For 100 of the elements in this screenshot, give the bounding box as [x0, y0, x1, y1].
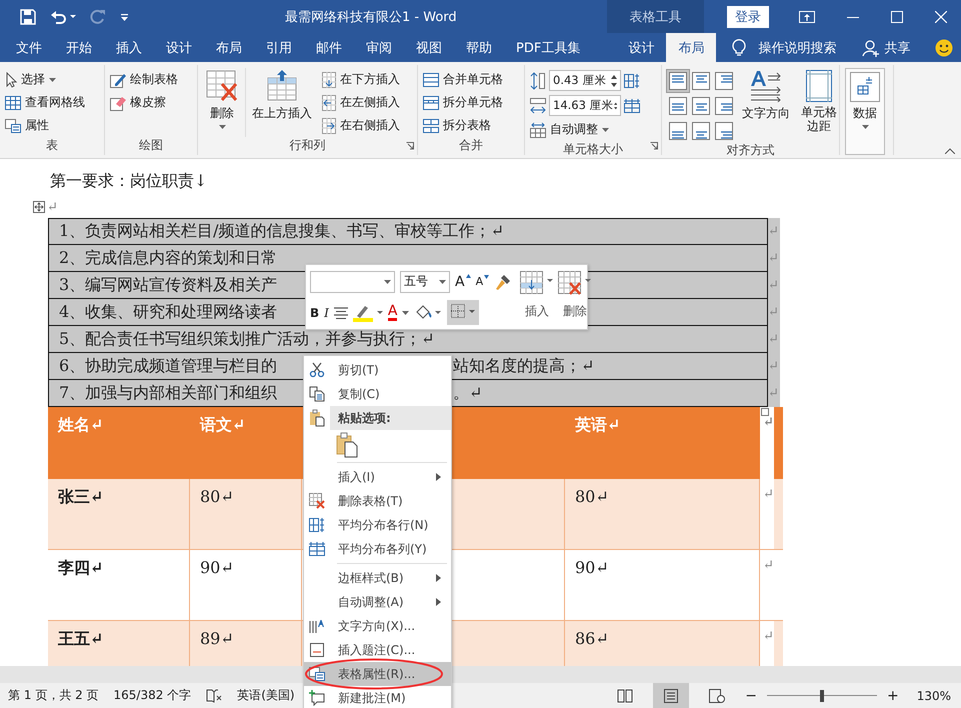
- ribbon-tab[interactable]: 设计: [616, 33, 666, 62]
- data-icon: [850, 72, 880, 102]
- language-indicator[interactable]: 英语(美国): [237, 687, 295, 704]
- ribbon-tab[interactable]: 视图: [404, 33, 454, 62]
- width-field[interactable]: 14.63 厘米: [549, 95, 621, 116]
- cell-alignment-button[interactable]: [690, 120, 712, 142]
- delete-table-button[interactable]: 删除: [558, 269, 592, 325]
- font-size-field[interactable]: 五号: [400, 270, 450, 292]
- share-button[interactable]: 共享: [884, 33, 910, 62]
- table-move-handle-icon[interactable]: [33, 201, 45, 213]
- zoom-in-button[interactable]: +: [886, 688, 899, 704]
- cell-margins-button[interactable]: 单元格边距: [797, 68, 842, 142]
- ribbon-tab[interactable]: 审阅: [354, 33, 404, 62]
- insert-table-button[interactable]: 插入: [520, 269, 554, 325]
- split-cells-button[interactable]: 拆分单元格: [423, 91, 519, 114]
- ribbon-tab[interactable]: 布局: [204, 33, 254, 62]
- distribute-rows-icon[interactable]: [624, 74, 640, 88]
- format-painter-icon[interactable]: [494, 272, 512, 290]
- close-icon[interactable]: [935, 10, 947, 22]
- table-properties-icon: [309, 667, 325, 681]
- print-layout-button[interactable]: [653, 683, 690, 708]
- collapse-ribbon-icon[interactable]: [945, 148, 955, 154]
- shading-bucket-icon[interactable]: [414, 304, 442, 322]
- ribbon-tab[interactable]: 邮件: [304, 33, 354, 62]
- ribbon-tab[interactable]: 设计: [154, 33, 204, 62]
- distribute-columns-icon[interactable]: [624, 98, 640, 112]
- word-count[interactable]: 165/382 个字: [114, 687, 192, 704]
- highlighter-icon[interactable]: [352, 304, 383, 322]
- select-dropdown[interactable]: 选择: [5, 68, 99, 91]
- properties-button[interactable]: 属性: [5, 114, 99, 137]
- tell-me-search[interactable]: 操作说明搜索: [758, 33, 836, 62]
- font-color-button[interactable]: A: [388, 304, 398, 320]
- dialog-launcher-icon[interactable]: [406, 142, 414, 150]
- ribbon-tab[interactable]: 开始: [54, 33, 104, 62]
- cell-alignment-button[interactable]: [667, 95, 689, 117]
- menu-item[interactable]: 文字方向(X)...: [304, 614, 451, 638]
- merge-cells-button[interactable]: 合并单元格: [423, 68, 519, 91]
- insert-right-button[interactable]: 在右侧插入: [322, 114, 400, 137]
- zoom-slider-thumb[interactable]: [820, 690, 824, 702]
- ribbon-tab[interactable]: 布局: [666, 33, 716, 62]
- zoom-level[interactable]: 130%: [916, 688, 951, 702]
- grow-font-button[interactable]: A: [455, 274, 471, 290]
- cell-alignment-button[interactable]: [690, 95, 712, 117]
- page-count[interactable]: 第 1 页，共 2 页: [8, 687, 99, 704]
- font-name-field[interactable]: [310, 270, 395, 292]
- menu-item[interactable]: 删除表格(T): [304, 489, 451, 513]
- sign-in-button[interactable]: 登录: [727, 6, 769, 28]
- ribbon-display-icon[interactable]: [799, 10, 815, 22]
- caret-icon[interactable]: [402, 310, 410, 314]
- maximize-icon[interactable]: [891, 10, 903, 22]
- ribbon-tab[interactable]: PDF工具集: [504, 33, 592, 62]
- bold-button[interactable]: B: [310, 306, 320, 320]
- cell-alignment-button[interactable]: [667, 70, 689, 92]
- cell-alignment-button[interactable]: [690, 70, 712, 92]
- lightbulb-icon[interactable]: [732, 38, 746, 56]
- customize-menu-icon[interactable]: [120, 12, 130, 22]
- insert-above-button[interactable]: 在上方插入: [245, 68, 318, 137]
- cell-alignment-button[interactable]: [713, 95, 735, 117]
- ribbon-tab[interactable]: 帮助: [454, 33, 504, 62]
- menu-item[interactable]: 自动调整(A): [304, 590, 451, 614]
- center-align-icon[interactable]: [334, 306, 348, 318]
- cell-alignment-button[interactable]: [713, 120, 735, 142]
- menu-item[interactable]: 剪切(T): [304, 358, 451, 382]
- dialog-launcher-icon[interactable]: [650, 142, 658, 150]
- table-resize-handle-icon[interactable]: [761, 408, 769, 416]
- cell-alignment-button[interactable]: [667, 120, 689, 142]
- autofit-dropdown[interactable]: 自动调整: [530, 118, 656, 141]
- menu-item[interactable]: 插入题注(C)...: [304, 638, 451, 662]
- shrink-font-button[interactable]: A: [476, 275, 490, 288]
- delete-dropdown[interactable]: 删除: [203, 68, 241, 137]
- eraser-button[interactable]: 橡皮擦: [110, 91, 192, 114]
- group-label: 绘图: [138, 137, 164, 154]
- undo-icon[interactable]: [50, 8, 76, 24]
- proofing-book-icon[interactable]: [206, 688, 222, 702]
- menu-item[interactable]: 新建批注(M): [304, 686, 451, 708]
- save-icon[interactable]: [20, 8, 36, 24]
- menu-item[interactable]: 边框样式(B): [304, 566, 451, 590]
- borders-button[interactable]: [447, 300, 480, 325]
- height-field[interactable]: 0.43 厘米: [549, 70, 621, 91]
- insert-left-button[interactable]: 在左侧插入: [322, 91, 400, 114]
- ribbon-tab[interactable]: 文件: [4, 33, 54, 62]
- ribbon-tab[interactable]: 引用: [254, 33, 304, 62]
- menu-item[interactable]: 插入(I): [304, 465, 451, 489]
- text-direction-button[interactable]: 文字方向: [739, 68, 793, 142]
- italic-button[interactable]: I: [324, 306, 329, 320]
- menu-item[interactable]: 平均分布各列(Y): [304, 537, 451, 561]
- menu-item[interactable]: 平均分布各行(N): [304, 513, 451, 537]
- ribbon-tab[interactable]: 插入: [104, 33, 154, 62]
- menu-item[interactable]: 复制(C): [304, 382, 451, 406]
- zoom-out-button[interactable]: −: [745, 688, 757, 704]
- draw-table-button[interactable]: 绘制表格: [110, 68, 192, 91]
- split-table-button[interactable]: 拆分表格: [423, 114, 519, 137]
- view-gridlines-button[interactable]: 查看网格线: [5, 91, 99, 114]
- paste-clipboard-icon[interactable]: [336, 432, 358, 458]
- insert-below-button[interactable]: 在下方插入: [322, 68, 400, 91]
- cell-alignment-button[interactable]: [713, 70, 735, 92]
- smiley-icon[interactable]: [935, 38, 953, 56]
- data-dropdown[interactable]: 数据: [845, 68, 885, 155]
- share-person-icon[interactable]: [862, 38, 880, 56]
- spinner-icon[interactable]: [611, 74, 617, 88]
